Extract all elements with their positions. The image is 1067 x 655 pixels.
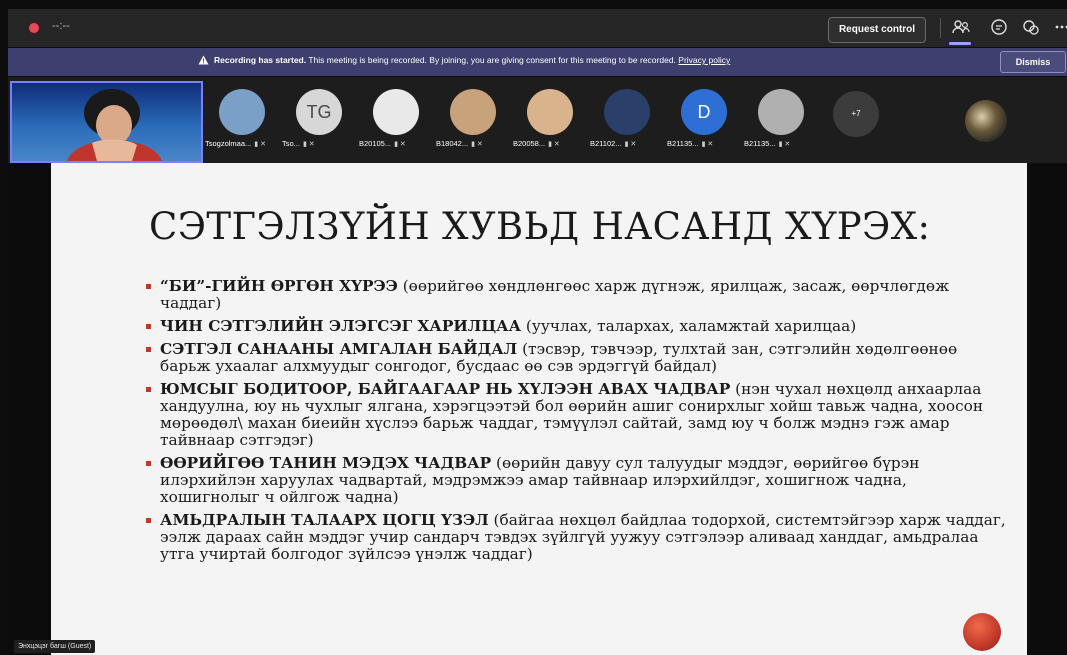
- participant-tile[interactable]: B21102... ▮ ✕: [590, 89, 670, 157]
- participant-name-text: Tsogzolmaa...: [205, 139, 252, 148]
- request-control-button[interactable]: Request control: [828, 17, 926, 43]
- bullet-marker-icon: [146, 461, 151, 466]
- bullet-marker-icon: [146, 518, 151, 523]
- bullet-marker-icon: [146, 324, 151, 329]
- mic-muted-icon: ▮ ✕: [701, 141, 714, 148]
- slide-title: СЭТГЭЛЗҮЙН ХУВЬД НАСАНД ХҮРЭХ:: [149, 205, 931, 248]
- bullet-heading: АМЬДРАЛЫН ТАЛААРХ ЦОГЦ ҮЗЭЛ: [160, 511, 489, 529]
- avatar: [219, 89, 265, 135]
- presentation-slide: СЭТГЭЛЗҮЙН ХУВЬД НАСАНД ХҮРЭХ: “БИ”-ГИЙН…: [51, 163, 1027, 655]
- avatar: [527, 89, 573, 135]
- mic-muted-icon: ▮ ✕: [302, 141, 315, 148]
- participant-name-text: B21102...: [590, 139, 622, 148]
- recording-banner-text: This meeting is being recorded. By joini…: [306, 55, 679, 65]
- participant-tile[interactable]: Tsogzolmaa... ▮ ✕: [205, 89, 285, 157]
- participant-tile[interactable]: B20105... ▮ ✕: [359, 89, 439, 157]
- meeting-toolbar: --:-- Request control: [8, 9, 1067, 47]
- participants-icon[interactable]: [951, 17, 971, 39]
- participant-name-text: B21135...: [744, 139, 776, 148]
- bullet-heading: “БИ”-ГИЙН ӨРГӨН ХҮРЭЭ: [160, 277, 398, 295]
- meeting-timer: --:--: [52, 20, 70, 32]
- slide-bullet-item: ӨӨРИЙГӨӨ ТАНИН МЭДЭХ ЧАДВАР (өөрийн даву…: [146, 455, 1006, 506]
- bullet-heading: ЧИН СЭТГЭЛИЙН ЭЛЭГСЭГ ХАРИЛЦАА: [160, 317, 522, 335]
- participant-tile[interactable]: D B21135... ▮ ✕: [667, 89, 747, 157]
- participant-tile[interactable]: B20058... ▮ ✕: [513, 89, 593, 157]
- slide-bullet-item: АМЬДРАЛЫН ТАЛААРХ ЦОГЦ ҮЗЭЛ (байгаа нөхц…: [146, 512, 1006, 563]
- participant-name: B18042... ▮ ✕: [436, 139, 522, 148]
- mic-muted-icon: ▮ ✕: [471, 141, 483, 148]
- avatar: TG: [296, 89, 342, 135]
- presenter-video[interactable]: [10, 81, 203, 163]
- participant-tile[interactable]: B18042... ▮ ✕: [436, 89, 516, 157]
- mic-muted-icon: ▮ ✕: [778, 141, 791, 148]
- bullet-marker-icon: [146, 387, 151, 392]
- more-participants-button[interactable]: +7: [833, 91, 879, 137]
- presenter-video-image: [67, 89, 162, 161]
- warning-icon: [198, 55, 209, 67]
- participant-name-text: B20105...: [359, 139, 392, 148]
- mic-muted-icon: ▮ ✕: [394, 141, 406, 148]
- participant-name: Tsogzolmaa... ▮ ✕: [205, 139, 291, 148]
- slide-bullet-list: “БИ”-ГИЙН ӨРГӨН ХҮРЭЭ (өөрийгөө хөндлөнг…: [146, 278, 1006, 569]
- chat-icon[interactable]: [989, 17, 1009, 39]
- avatar: [758, 89, 804, 135]
- avatar: [604, 89, 650, 135]
- bullet-description: (уучлах, талархах, халамжтай харилцаа): [521, 317, 857, 335]
- participant-name: B20058... ▮ ✕: [513, 139, 599, 148]
- mic-muted-icon: ▮ ✕: [254, 141, 266, 148]
- participants-active-indicator: [949, 42, 971, 45]
- avatar-initials: TG: [306, 102, 332, 122]
- mic-muted-icon: ▮ ✕: [548, 141, 560, 148]
- recording-banner: Recording has started. This meeting is b…: [8, 48, 1067, 76]
- participant-tile[interactable]: TG Tso... ▮ ✕: [282, 89, 362, 157]
- toolbar-divider: [940, 18, 941, 38]
- participant-name: B21102... ▮ ✕: [590, 139, 676, 148]
- meeting-window: --:-- Request control Recording has star…: [0, 0, 1067, 655]
- slide-bullet-item: ЧИН СЭТГЭЛИЙН ЭЛЭГСЭГ ХАРИЛЦАА (уучлах, …: [146, 318, 1006, 335]
- recording-banner-title: Recording has started.: [214, 55, 307, 65]
- reactions-icon[interactable]: [1021, 17, 1041, 39]
- bullet-marker-icon: [146, 284, 151, 289]
- presenter-name-tag: Энхцэцэг багш (Guest): [14, 640, 96, 653]
- bullet-heading: ЮМСЫГ БОДИТООР, БАЙГААГААР НЬ ХҮЛЭЭН АВА…: [160, 380, 731, 398]
- slide-bullet-item: СЭТГЭЛ САНААНЫ АМГАЛАН БАЙДАЛ (тэсвэр, т…: [146, 341, 1006, 375]
- bullet-heading: СЭТГЭЛ САНААНЫ АМГАЛАН БАЙДАЛ: [160, 340, 518, 358]
- recording-indicator-icon: [29, 23, 39, 33]
- participant-avatar-right[interactable]: [965, 100, 1007, 142]
- dismiss-button[interactable]: Dismiss: [1000, 51, 1066, 73]
- participant-name-text: Tso...: [282, 139, 300, 148]
- participant-name-text: B18042...: [436, 139, 469, 148]
- slide-bullet-item: “БИ”-ГИЙН ӨРГӨН ХҮРЭЭ (өөрийгөө хөндлөнг…: [146, 278, 1006, 312]
- avatar-initials: D: [697, 102, 711, 122]
- participant-name: B21135... ▮ ✕: [667, 139, 753, 148]
- bullet-marker-icon: [146, 347, 151, 352]
- slide-logo-icon: [963, 613, 1001, 651]
- participant-name: B20105... ▮ ✕: [359, 139, 445, 148]
- participant-name: Tso... ▮ ✕: [282, 139, 368, 148]
- recording-banner-message: Recording has started. This meeting is b…: [198, 55, 730, 67]
- participant-tile[interactable]: B21135... ▮ ✕: [744, 89, 824, 157]
- avatar: [373, 89, 419, 135]
- participant-name-text: B20058...: [513, 139, 546, 148]
- avatar: [450, 89, 496, 135]
- participant-name-text: B21135...: [667, 139, 699, 148]
- slide-bullet-item: ЮМСЫГ БОДИТООР, БАЙГААГААР НЬ ХҮЛЭЭН АВА…: [146, 381, 1006, 449]
- privacy-policy-link[interactable]: Privacy policy: [678, 55, 730, 65]
- participant-name: B21135... ▮ ✕: [744, 139, 830, 148]
- mic-muted-icon: ▮ ✕: [624, 141, 637, 148]
- avatar: D: [681, 89, 727, 135]
- bullet-heading: ӨӨРИЙГӨӨ ТАНИН МЭДЭХ ЧАДВАР: [160, 454, 492, 472]
- more-icon[interactable]: [1052, 17, 1067, 39]
